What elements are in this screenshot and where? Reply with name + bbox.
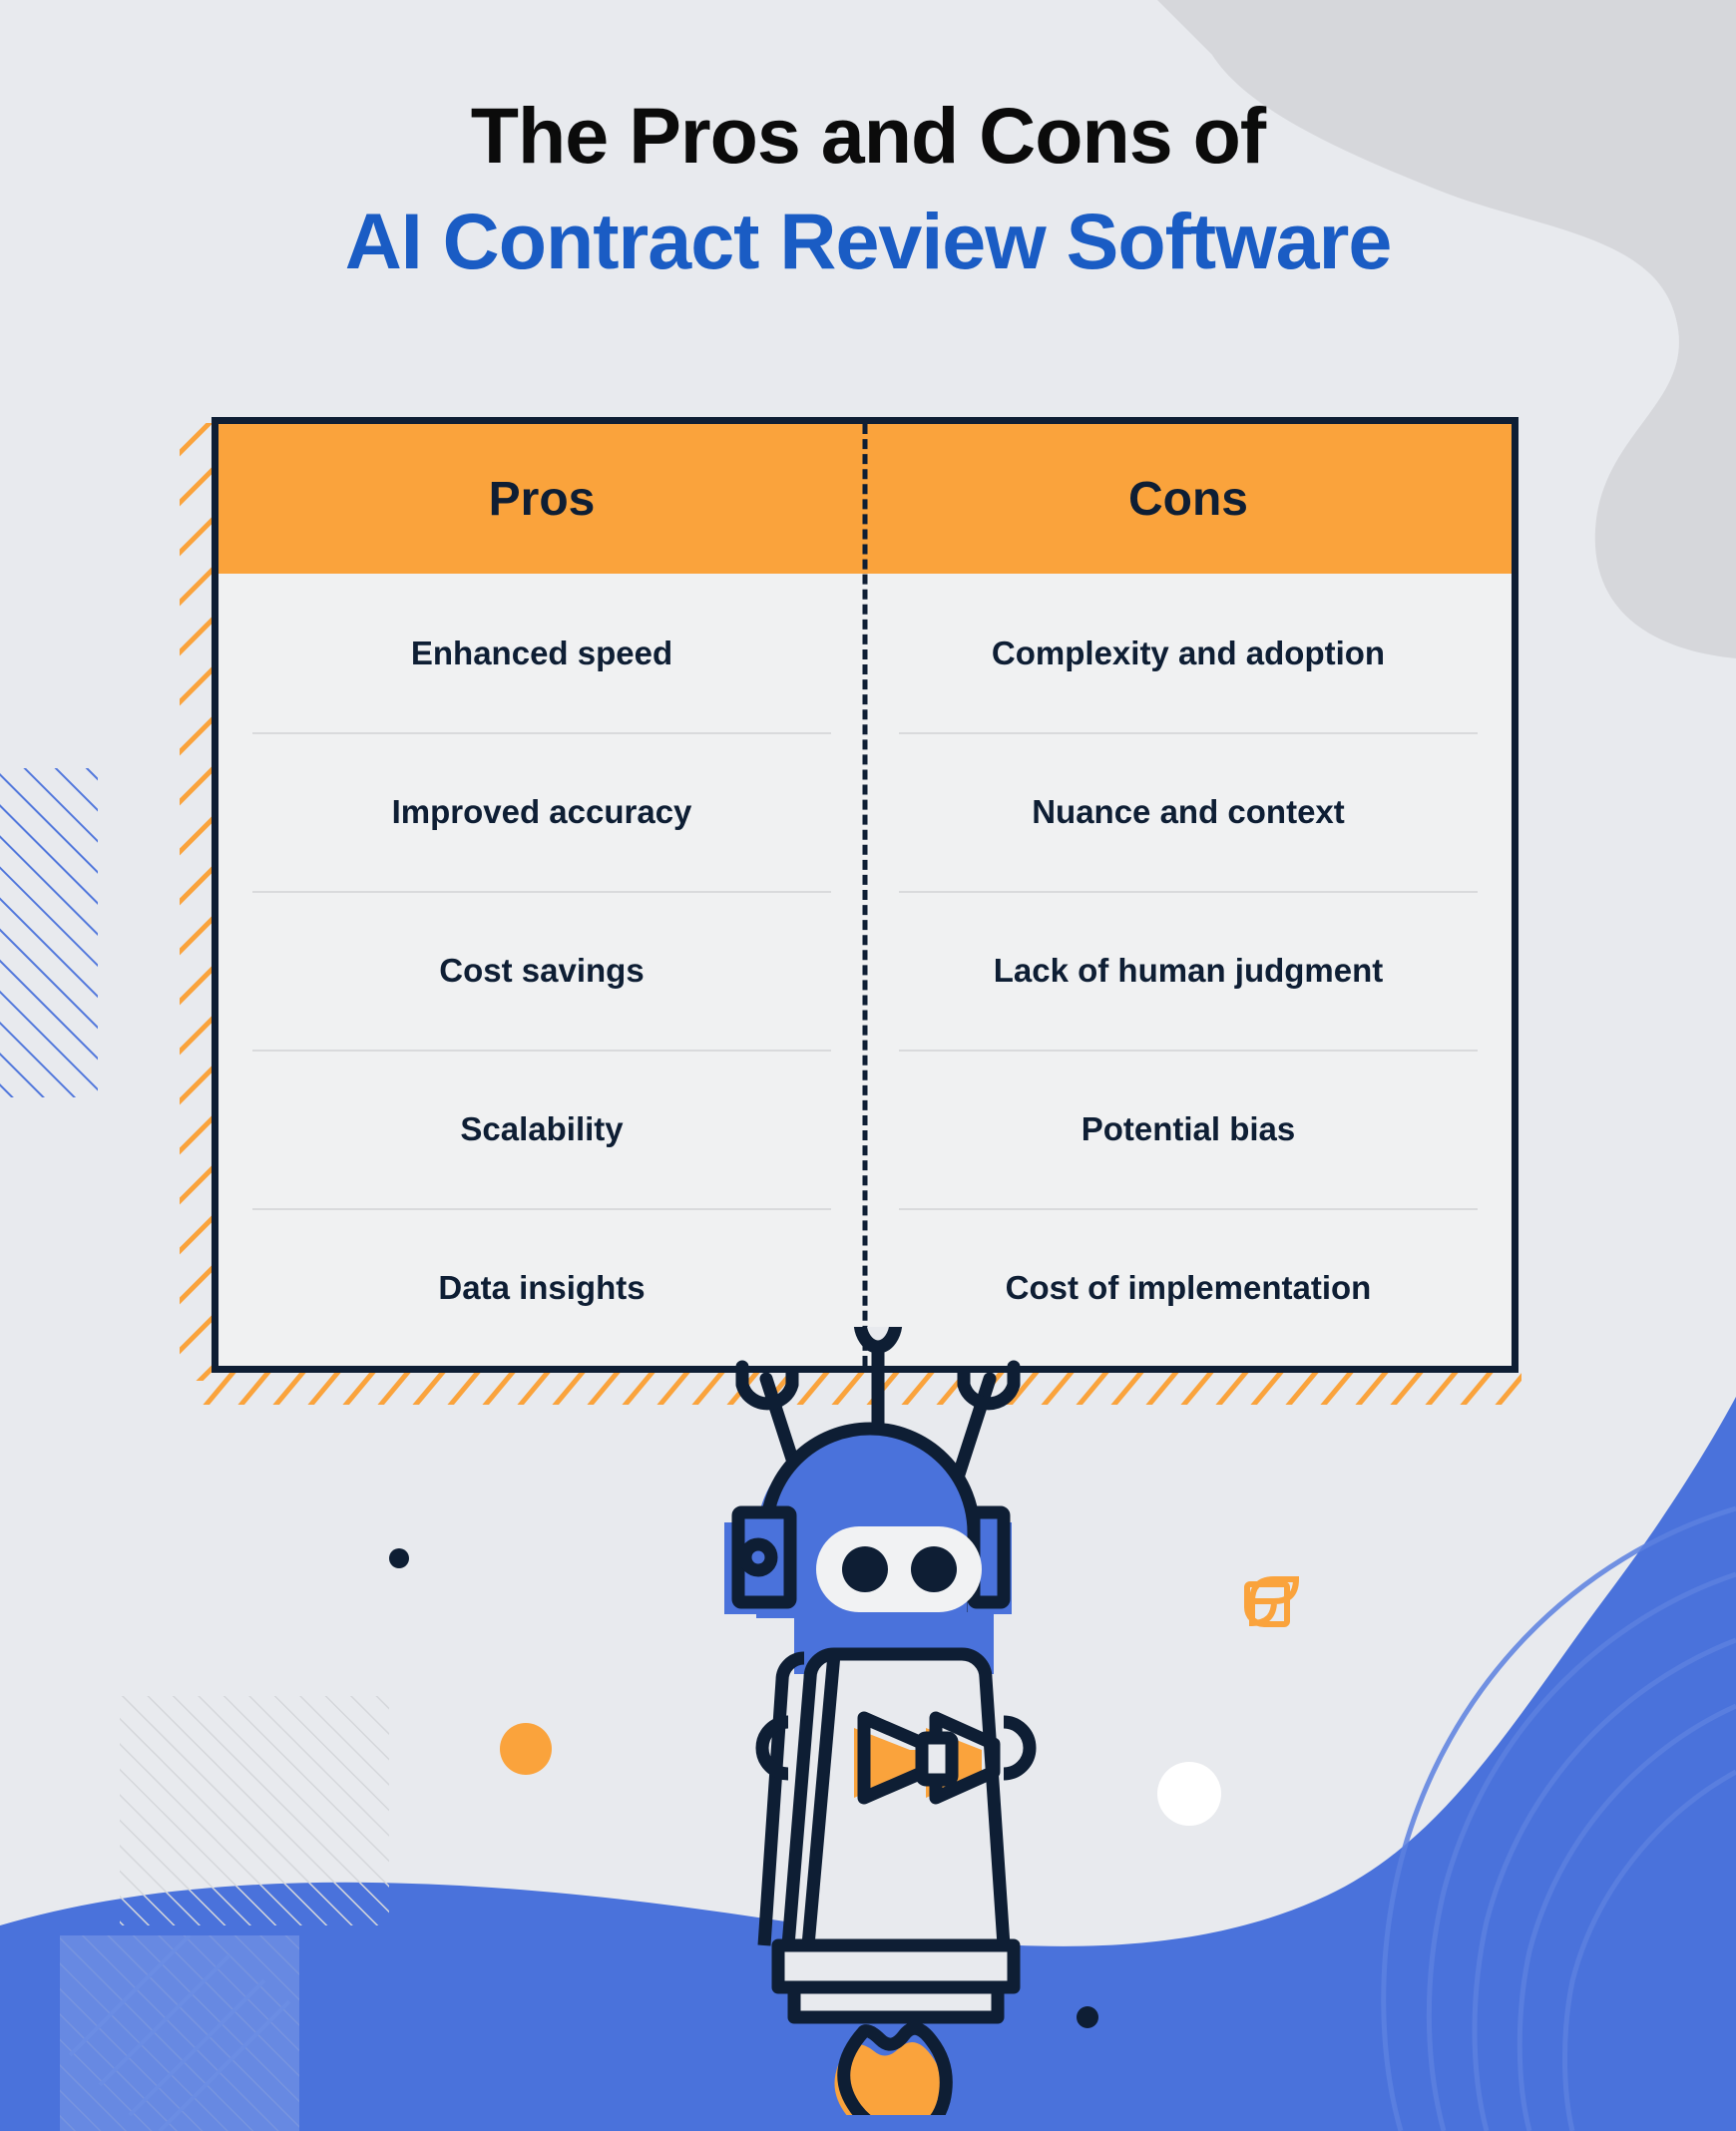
con-item: Potential bias [865,1050,1512,1208]
pro-item: Cost savings [218,891,865,1050]
robot-mascot [724,1327,1037,2115]
bg-dot-white [1157,1762,1221,1826]
robot-eye-right [911,1546,957,1592]
con-item: Nuance and context [865,732,1512,891]
title-line-2: AI Contract Review Software [344,197,1393,285]
column-header-cons: Cons [1128,472,1248,526]
infographic-stage: The Pros and Cons of AI Contract Review … [0,0,1736,2131]
robot-eye-left [842,1546,888,1592]
page-title: The Pros and Cons of AI Contract Review … [0,96,1736,280]
robot-bowtie-knot [915,1731,959,1787]
bg-dot-orange [500,1723,552,1775]
bg-dot-navy-small [389,1548,409,1568]
pro-item: Improved accuracy [218,732,865,891]
table-frame: Pros Cons Enhanced speed Complexity and … [212,417,1519,1373]
robot-right-side-nub [1003,1715,1037,1781]
title-line-1: The Pros and Cons of [470,91,1266,180]
pros-cons-table: Pros Cons Enhanced speed Complexity and … [212,417,1519,1373]
robot-base-lower [787,1980,1005,2024]
column-divider-dashed [862,424,868,1366]
pro-item: Scalability [218,1050,865,1208]
bg-hatch-top-left [0,768,98,1097]
con-item: Complexity and adoption [991,634,1386,671]
robot-antenna-tip [853,1327,903,1354]
robot-visor [816,1526,982,1612]
con-item: Lack of human judgment [865,891,1512,1050]
column-header-pros: Pros [488,472,596,526]
pro-item: Enhanced speed [410,634,673,671]
table-hatch-left [180,423,214,1381]
